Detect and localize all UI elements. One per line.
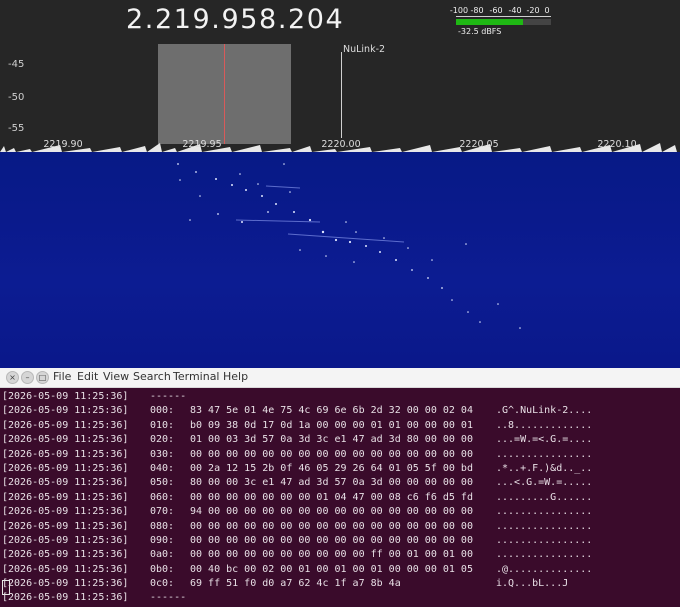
menu-search[interactable]: Search	[133, 370, 171, 383]
terminal-hex-bytes: 94 00 00 00 00 00 00 00 00 00 00 00 00 0…	[190, 506, 473, 518]
sdr-receiver-panel: 2.219.958.204 -100 -80 -60 -40 -20 0 -32…	[0, 0, 680, 368]
terminal-ascii: ................	[496, 534, 593, 546]
terminal-timestamp: [2026-05-09 11:25:36]	[2, 477, 129, 489]
menu-file[interactable]: File	[53, 370, 71, 383]
bookmark-marker-label[interactable]: NuLink-2	[343, 44, 385, 55]
terminal-offset: ------	[150, 391, 187, 402]
terminal-ascii: ................	[496, 549, 593, 561]
terminal-offset: 0c0:	[150, 578, 175, 590]
terminal-timestamp: [2026-05-09 11:25:36]	[2, 592, 129, 604]
close-icon[interactable]: ×	[6, 371, 19, 384]
terminal-hex-bytes: 00 2a 12 15 2b 0f 46 05 29 26 64 01 05 5…	[190, 462, 473, 474]
meter-scale-label: -80	[470, 6, 484, 15]
terminal-hex-bytes: 00 00 00 00 00 00 00 00 00 00 00 00 00 0…	[190, 534, 473, 546]
meter-scale-label: -20	[526, 6, 540, 15]
terminal-hex-bytes: 69 ff 51 f0 d0 a7 62 4c 1f a7 8b 4a	[190, 578, 401, 590]
terminal-hex-bytes: 00 40 bc 00 02 00 01 00 01 00 01 00 00 0…	[190, 563, 473, 575]
waterfall-display[interactable]	[0, 152, 680, 368]
waterfall-signal-traces	[177, 163, 521, 329]
spectrum-x-label: 2220.10	[597, 139, 637, 150]
terminal-ascii: .........G......	[496, 491, 593, 503]
terminal-offset: 080:	[150, 520, 175, 532]
meter-readout: -32.5 dBFS	[458, 27, 502, 36]
terminal-hex-bytes: 00 00 00 00 00 00 00 00 00 00 ff 00 01 0…	[190, 549, 473, 561]
terminal-ascii: .G^.NuLink-2....	[496, 405, 593, 417]
spectrum-y-label: -50	[8, 92, 25, 103]
terminal-timestamp: [2026-05-09 11:25:36]	[2, 434, 129, 446]
terminal-ascii: ...<.G.=W.=.....	[496, 477, 593, 489]
maximize-icon[interactable]: □	[36, 371, 49, 384]
signal-meter: -100 -80 -60 -40 -20 0 -32.5 dBFS	[450, 6, 551, 36]
meter-scale-label: 0	[544, 6, 550, 15]
terminal-offset: 010:	[150, 419, 175, 431]
terminal-hex-bytes: 01 00 03 3d 57 0a 3d 3c e1 47 ad 3d 80 0…	[190, 434, 473, 446]
spectrum-y-label: -45	[8, 59, 25, 70]
terminal-offset: 040:	[150, 462, 175, 474]
terminal-hex-bytes: 00 00 00 00 00 00 00 01 04 47 00 08 c6 f…	[190, 491, 473, 503]
tuning-cursor[interactable]	[224, 44, 225, 144]
meter-scale-label: -100	[449, 6, 469, 15]
spectrum-x-label: 2219.90	[43, 139, 83, 150]
terminal-ascii: ..8.............	[496, 419, 593, 431]
terminal-timestamp: [2026-05-09 11:25:36]	[2, 462, 129, 474]
terminal-hex-bytes: 83 47 5e 01 4e 75 4c 69 6e 6b 2d 32 00 0…	[190, 405, 473, 417]
terminal-ascii: ................	[496, 506, 593, 518]
terminal-menubar: × – □ File Edit View Search Terminal Hel…	[0, 368, 680, 388]
terminal-offset: 0b0:	[150, 563, 175, 575]
terminal-timestamp: [2026-05-09 11:25:36]	[2, 578, 129, 590]
terminal-offset: 020:	[150, 434, 175, 446]
terminal-hex-bytes: 00 00 00 00 00 00 00 00 00 00 00 00 00 0…	[190, 520, 473, 532]
spectrum-x-label: 2220.05	[459, 139, 499, 150]
terminal-ascii: ................	[496, 520, 593, 532]
terminal-timestamp: [2026-05-09 11:25:36]	[2, 391, 129, 402]
terminal-hex-bytes: 00 00 00 00 00 00 00 00 00 00 00 00 00 0…	[190, 448, 473, 460]
spectrum-x-label: 2219.95	[182, 139, 222, 150]
terminal-offset: ------	[150, 592, 187, 604]
terminal-timestamp: [2026-05-09 11:25:36]	[2, 534, 129, 546]
terminal-hex-bytes: b0 09 38 0d 17 0d 1a 00 00 00 01 01 00 0…	[190, 419, 473, 431]
menu-edit[interactable]: Edit	[77, 370, 98, 383]
terminal-offset: 030:	[150, 448, 175, 460]
terminal-cursor	[2, 580, 10, 595]
terminal-offset: 070:	[150, 506, 175, 518]
terminal-ascii: .*..+.F.)&d.._..	[496, 462, 593, 474]
terminal-offset: 090:	[150, 534, 175, 546]
terminal-timestamp: [2026-05-09 11:25:36]	[2, 549, 129, 561]
terminal-timestamp: [2026-05-09 11:25:36]	[2, 448, 129, 460]
spectrum-x-label: 2220.00	[321, 139, 361, 150]
terminal-ascii: ...=W.=<.G.=....	[496, 434, 593, 446]
menu-help[interactable]: Help	[223, 370, 248, 383]
menu-terminal[interactable]: Terminal	[173, 370, 220, 383]
terminal-hex-bytes: 80 00 00 3c e1 47 ad 3d 57 0a 3d 00 00 0…	[190, 477, 473, 489]
frequency-display[interactable]: 2.219.958.204	[126, 4, 344, 35]
meter-scale-label: -40	[508, 6, 522, 15]
meter-level-bar	[456, 19, 524, 25]
terminal-ascii: .@..............	[496, 563, 593, 575]
terminal-timestamp: [2026-05-09 11:25:36]	[2, 506, 129, 518]
terminal-window: × – □ File Edit View Search Terminal Hel…	[0, 368, 680, 607]
terminal-timestamp: [2026-05-09 11:25:36]	[2, 520, 129, 532]
terminal-timestamp: [2026-05-09 11:25:36]	[2, 563, 129, 575]
terminal-ascii: ................	[496, 448, 593, 460]
spectrum-y-label: -55	[8, 123, 25, 134]
terminal-offset: 060:	[150, 491, 175, 503]
meter-scale-label: -60	[489, 6, 503, 15]
menu-view[interactable]: View	[103, 370, 129, 383]
terminal-timestamp: [2026-05-09 11:25:36]	[2, 419, 129, 431]
minimize-icon[interactable]: –	[21, 371, 34, 384]
terminal-offset: 000:	[150, 405, 175, 417]
terminal-offset: 0a0:	[150, 549, 175, 561]
terminal-timestamp: [2026-05-09 11:25:36]	[2, 491, 129, 503]
terminal-offset: 050:	[150, 477, 175, 489]
terminal-ascii: i.Q...bL...J	[496, 578, 569, 590]
terminal-timestamp: [2026-05-09 11:25:36]	[2, 405, 129, 417]
bookmark-marker	[341, 52, 342, 138]
